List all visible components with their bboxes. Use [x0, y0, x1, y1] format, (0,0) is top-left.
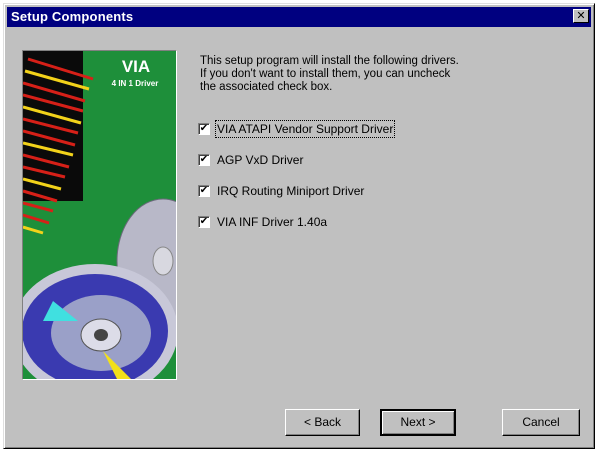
next-button[interactable]: Next > [380, 409, 456, 436]
option-label[interactable]: IRQ Routing Miniport Driver [217, 184, 364, 198]
back-button[interactable]: < Back [285, 409, 360, 436]
checkbox-irq-routing[interactable]: ✔ [198, 185, 210, 197]
title-bar[interactable]: Setup Components ✕ [7, 7, 591, 27]
close-icon: ✕ [576, 9, 586, 22]
banner-artwork [23, 51, 176, 379]
cancel-button[interactable]: Cancel [502, 409, 580, 436]
intro-line: the associated check box. [200, 81, 333, 93]
banner-brand: VIA [121, 57, 151, 76]
option-label[interactable]: AGP VxD Driver [217, 153, 303, 167]
checkbox-via-atapi[interactable]: ✔ [198, 123, 210, 135]
banner-subtitle: 4 IN 1 Driver [111, 79, 159, 88]
intro-line: If you don't want to install them, you c… [200, 68, 451, 80]
intro-text: This setup program will install the foll… [200, 55, 520, 94]
option-label[interactable]: VIA INF Driver 1.40a [217, 215, 327, 229]
window-title: Setup Components [11, 9, 134, 24]
close-button[interactable]: ✕ [573, 9, 589, 23]
via-driver-banner-image: VIA 4 IN 1 Driver [22, 50, 177, 380]
checkbox-agp-vxd[interactable]: ✔ [198, 154, 210, 166]
checkbox-via-inf[interactable]: ✔ [198, 216, 210, 228]
option-label[interactable]: VIA ATAPI Vendor Support Driver [214, 120, 396, 138]
intro-line: This setup program will install the foll… [200, 55, 459, 67]
